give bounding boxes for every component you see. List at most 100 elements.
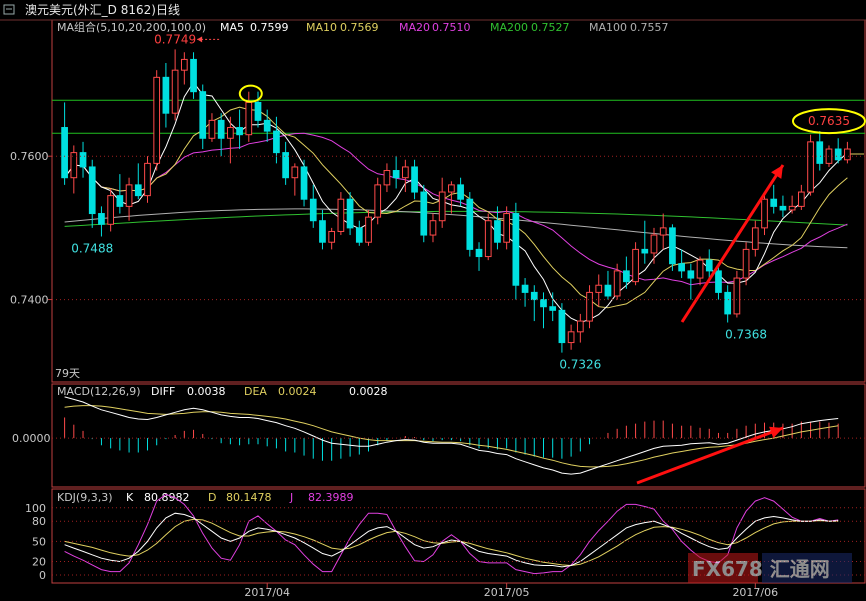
candle-down [88,166,96,215]
candle-down [457,184,464,200]
candle-down [217,119,225,139]
kdj-legend-header: KDJ(9,3,3) [57,491,113,504]
candle-up [733,277,741,315]
candle-down [604,284,612,297]
candle-up [448,184,455,193]
candle-down [392,170,400,179]
candle-up [797,191,805,207]
candle-up [383,170,391,186]
ma200-label: MA200 [490,21,528,34]
macd-panel [64,396,839,485]
candle-down [466,198,474,250]
kdj-tick-label: 50 [32,535,46,548]
window-title: 澳元美元(外汇_D 8162)日线 [25,3,180,17]
kdj-d-label: D [208,491,216,504]
candle-up [659,227,667,236]
kdj-tick-label: 0 [39,569,46,582]
candle-up [171,69,179,114]
candle-up [153,76,161,164]
candle-down [770,198,778,207]
kdj-legend: KDJ(9,3,3) K 80.8982 D 80.1478 J 82.3989 [57,491,354,504]
candle-down [346,198,354,229]
price-annotation: 0.7635 [808,114,850,128]
ma200-line [64,210,848,227]
macd-value: 0.0028 [349,385,388,398]
ma200-value: 0.7527 [531,21,570,34]
price-tick-label: 0.7600 [10,150,49,163]
macd-dea-value: 0.0024 [278,385,317,398]
axis-labels: 0.7600 0.7400 0.0000 10080 50 200 2017/04 2017/… [10,150,865,599]
ma20-label: MA20 [399,21,430,34]
candle-down [116,195,124,207]
candle-down [816,141,824,164]
kdj-d-value: 80.1478 [226,491,272,504]
candle-down [134,184,142,197]
candle-up [70,152,78,179]
candle-down [530,291,538,301]
macd-legend-header: MACD(12,26,9) [57,385,141,398]
candle-up [567,331,575,344]
candle-down [263,119,271,132]
candle-up [576,320,584,333]
candle-down [705,259,713,272]
candle-down [282,152,289,179]
candle-down [558,309,566,344]
ma-legend: MA组合(5,10,20,200,100,0) MA5 0.7599 MA10 … [57,20,669,34]
candle-down [319,220,326,243]
candle-up [107,195,115,225]
ma10-line [64,106,848,309]
candle-down [549,306,557,311]
candle-down [273,130,280,154]
candle-down [300,166,308,200]
candle-up [208,119,216,139]
ma5-label: MA5 [220,21,244,34]
candle-up [761,198,768,229]
candle-up [180,58,188,71]
candle-down [98,213,105,225]
candle-down [512,213,520,286]
ma20-value: 0.7510 [432,21,471,34]
candle-up [227,127,234,139]
candle-up [751,227,759,250]
candle-up [328,230,336,243]
ma5-line [64,81,848,324]
macd-trend-arrow [636,426,784,485]
candle-down [494,220,501,243]
candle-down [678,263,685,272]
macd-diff-line [64,396,839,475]
price-annotation: 0.7368 [725,328,767,342]
candle-up [595,284,603,293]
candle-up [365,216,372,243]
candle-up [632,248,639,283]
ma10-value: 0.7569 [340,21,379,34]
days-label: 79天 [55,367,80,380]
macd-legend: MACD(12,26,9) DIFF 0.0038 DEA 0.0024 0.0… [57,385,388,398]
watermark-text: FX678 汇通网 [692,557,830,581]
candle-up [807,141,814,193]
candle-up [429,220,437,236]
date-tick-label: 2017/04 [244,586,290,599]
ma5-value: 0.7599 [250,21,289,34]
kdj-tick-label: 100 [25,502,46,515]
high-pointer-head [197,36,203,43]
kdj-j-value: 82.3989 [308,491,354,504]
candle-down [475,248,483,258]
candle-down [411,166,418,193]
price-panel: 0.7749 0.7488 0.7326 0.7368 0.7635 [52,32,866,372]
ma100-value: 0.7557 [630,21,669,34]
candle-down [79,152,87,168]
candle-down [254,101,262,121]
candle-down [623,270,630,283]
macd-tick-label: 0.0000 [12,432,51,445]
candle-up [503,213,511,243]
candle-up [613,270,621,297]
kdj-j-label: J [289,491,293,504]
price-tick-label: 0.7400 [10,294,49,307]
candle-up [144,162,151,197]
candle-down [199,91,207,139]
candle-up [245,101,253,136]
macd-diff-label: DIFF [151,385,175,398]
candle-up [844,148,851,161]
candle-down [309,198,317,222]
candle-down [641,248,649,254]
